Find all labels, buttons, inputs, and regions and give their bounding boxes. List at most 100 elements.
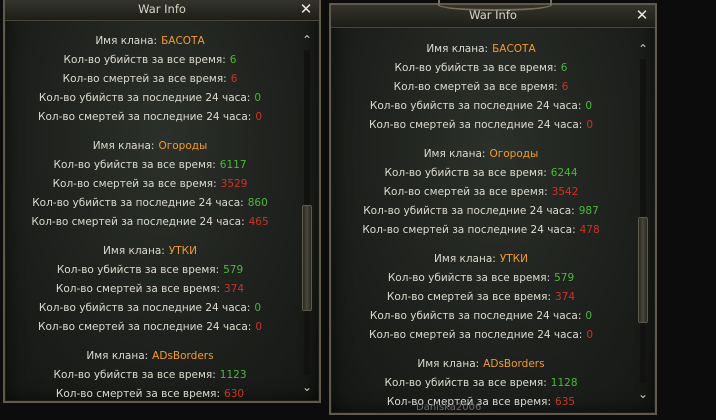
- scrollbar-track[interactable]: [302, 50, 312, 375]
- scrollbar-track[interactable]: [638, 59, 648, 383]
- clan-block: Имя клана: БАСОТА Кол-во убийств за все вр…: [5, 32, 295, 127]
- stat-label: Кол-во убийств за все время:: [387, 272, 551, 284]
- chevron-up-icon[interactable]: ⌃: [301, 34, 313, 46]
- clan-name-label: Имя клана:: [434, 253, 496, 265]
- clan-name: ADsBorders: [152, 350, 214, 362]
- stat-label: Кол-во смертей за все время:: [62, 73, 227, 85]
- stat-label: Кол-во убийств за все время:: [63, 54, 226, 66]
- kills-value: 0: [585, 310, 593, 322]
- chevron-down-icon[interactable]: ⌄: [301, 381, 313, 393]
- stat-label: Кол-во смертей за все время:: [55, 388, 221, 400]
- chevron-down-icon[interactable]: ⌄: [637, 388, 649, 400]
- clan-block: Имя клана: УТКИ Кол-во убийств за все врем…: [5, 242, 295, 337]
- stat-row: Кол-во смертей за все время: 630: [5, 385, 295, 401]
- deaths-value: 0: [255, 321, 262, 333]
- stat-label: Кол-во убийств за последние 24 часа:: [369, 100, 582, 112]
- clan-block: Имя клана: Огороды Кол-во убийств за все в…: [331, 145, 631, 240]
- stat-label: Кол-во смертей за последние 24 часа:: [38, 321, 252, 333]
- clan-name-label: Имя клана:: [417, 358, 480, 370]
- stat-row: Кол-во убийств за все время: 1123: [5, 366, 295, 385]
- stat-label: Кол-во смертей за все время:: [55, 283, 221, 295]
- kills-value: 0: [254, 92, 262, 104]
- stat-label: Кол-во убийств за последние 24 часа:: [38, 302, 251, 314]
- stat-label: Кол-во смертей за все время:: [52, 178, 217, 190]
- clan-name-row: Имя клана: УТКИ: [5, 242, 295, 261]
- stat-row: Кол-во убийств за все время: 579: [331, 269, 631, 288]
- deaths-value: 465: [248, 216, 269, 228]
- stat-label: Кол-во смертей за все время:: [386, 291, 552, 303]
- kills-value: 6: [560, 62, 568, 74]
- stat-row: Кол-во убийств за последние 24 часа: 0: [5, 299, 295, 318]
- deaths-value: 0: [255, 111, 262, 123]
- deaths-value: 635: [555, 396, 576, 408]
- window-titlebar[interactable]: War Info ✕: [331, 0, 655, 28]
- close-icon[interactable]: ✕: [299, 2, 313, 17]
- kills-value: 0: [254, 302, 262, 314]
- stat-label: Кол-во смертей за все время:: [383, 186, 548, 198]
- clan-name-label: Имя клана:: [86, 350, 149, 362]
- stat-row: Кол-во убийств за последние 24 часа: 0: [331, 97, 631, 116]
- clan-block: Имя клана: БАСОТА Кол-во убийств за все вр…: [331, 40, 631, 135]
- deaths-value: 630: [224, 388, 245, 400]
- deaths-value: 3529: [220, 178, 248, 190]
- scrollbar-thumb[interactable]: [302, 205, 312, 311]
- war-info-window-left: War Info ✕ Имя клана: БАСОТА Кол-во убийст…: [3, 0, 321, 403]
- stat-row: Кол-во убийств за последние 24 часа: 860: [5, 194, 295, 213]
- clan-block: Имя клана: УТКИ Кол-во убийств за все врем…: [331, 250, 631, 345]
- kills-value: 6244: [550, 167, 578, 179]
- stat-row: Кол-во смертей за все время: 6: [331, 78, 631, 97]
- stat-row: Кол-во смертей за все время: 6: [5, 70, 295, 89]
- clan-name-row: Имя клана: УТКИ: [331, 250, 631, 269]
- stat-label: Кол-во смертей за последние 24 часа:: [369, 329, 583, 341]
- kills-value: 860: [247, 197, 268, 209]
- kills-value: 1123: [219, 369, 247, 381]
- window-title: War Info: [469, 8, 517, 22]
- kills-value: 1128: [550, 377, 578, 389]
- stat-row: Кол-во смертей за все время: 3542: [331, 183, 631, 202]
- deaths-value: 6: [561, 81, 569, 93]
- clan-name-row: Имя клана: БАСОТА: [331, 40, 631, 59]
- deaths-value: 6: [230, 73, 238, 85]
- stat-row: Кол-во смертей за последние 24 часа: 465: [5, 213, 295, 232]
- stat-row: Кол-во убийств за все время: 6244: [331, 164, 631, 183]
- player-name: Daniska2006: [416, 402, 482, 413]
- stat-label: Кол-во убийств за последние 24 часа:: [369, 310, 582, 322]
- clan-name-row: Имя клана: ADsBorders: [5, 347, 295, 366]
- scrollbar-thumb[interactable]: [638, 217, 648, 323]
- stat-label: Кол-во убийств за все время:: [384, 377, 547, 389]
- clan-name-row: Имя клана: Огороды: [5, 137, 295, 156]
- clan-name: ADsBorders: [483, 358, 545, 370]
- clan-name: УТКИ: [499, 253, 528, 265]
- clan-list: Имя клана: БАСОТА Кол-во убийств за все вр…: [331, 40, 631, 413]
- stat-label: Кол-во убийств за все время:: [56, 264, 220, 276]
- stat-label: Кол-во смертей за все время:: [393, 81, 558, 93]
- stat-row: Кол-во смертей за последние 24 часа: 0: [331, 116, 631, 135]
- clan-name-label: Имя клана:: [103, 245, 165, 257]
- deaths-value: 0: [586, 329, 593, 341]
- close-icon[interactable]: ✕: [635, 8, 649, 23]
- clan-name-label: Имя клана:: [423, 148, 486, 160]
- stat-row: Кол-во убийств за последние 24 часа: 0: [331, 307, 631, 326]
- stat-label: Кол-во убийств за все время:: [394, 62, 557, 74]
- stat-row: Кол-во убийств за последние 24 часа: 0: [5, 89, 295, 108]
- stat-label: Кол-во смертей за последние 24 часа:: [38, 111, 252, 123]
- stat-row: Кол-во убийств за все время: 6: [331, 59, 631, 78]
- deaths-value: 374: [555, 291, 576, 303]
- stat-row: Кол-во смертей за все время: 374: [5, 280, 295, 299]
- kills-value: 579: [554, 272, 575, 284]
- stat-label: Кол-во смертей за последние 24 часа:: [31, 216, 245, 228]
- war-info-window-right: War Info ✕ Имя клана: БАСОТА Кол-во убийст…: [329, 0, 657, 415]
- stat-row: Кол-во смертей за последние 24 часа: 0: [5, 108, 295, 127]
- stat-label: Кол-во убийств за все время:: [53, 369, 216, 381]
- clan-name: Огороды: [489, 148, 539, 160]
- clan-block: Имя клана: Огороды Кол-во убийств за все в…: [5, 137, 295, 232]
- chevron-up-icon[interactable]: ⌃: [637, 43, 649, 55]
- kills-value: 6: [229, 54, 237, 66]
- deaths-value: 0: [586, 119, 593, 131]
- kills-value: 0: [585, 100, 593, 112]
- window-titlebar[interactable]: War Info ✕: [5, 0, 319, 21]
- clan-name: Огороды: [158, 140, 208, 152]
- kills-value: 579: [223, 264, 244, 276]
- stat-label: Кол-во убийств за последние 24 часа:: [363, 205, 575, 217]
- stat-label: Кол-во смертей за последние 24 часа:: [362, 224, 576, 236]
